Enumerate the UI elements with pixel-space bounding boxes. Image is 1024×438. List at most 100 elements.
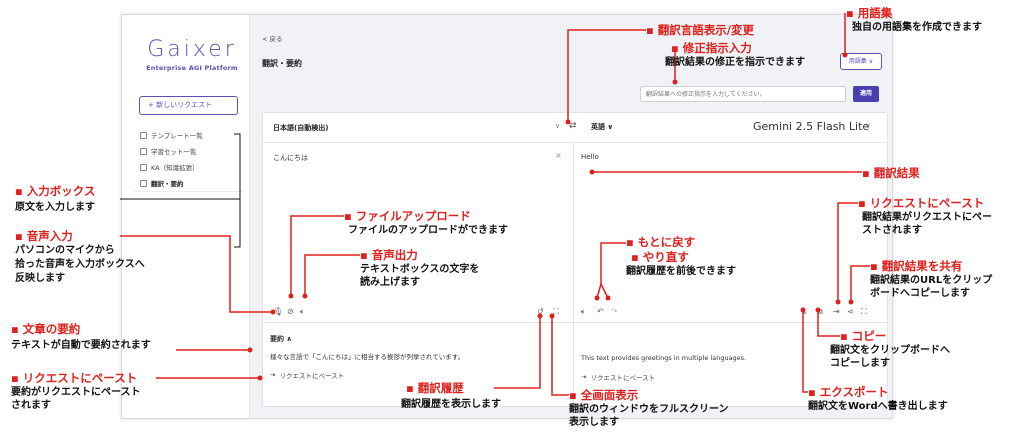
language-bar: 日本語(自動検出) ∨ ⇄ 英語 ∨ Gemini 2.5 Flash Lite…: [263, 113, 887, 143]
summary-paste-label: リクエストにペースト: [279, 372, 345, 380]
apply-button[interactable]: 適用: [853, 86, 879, 102]
share-icon[interactable]: ⋖: [847, 307, 854, 317]
sidebar-item-learning-sets[interactable]: 学習セット一覧: [138, 143, 248, 159]
translated-summary-paste-label: リクエストにペースト: [590, 374, 656, 382]
undo-icon[interactable]: ↶: [597, 307, 604, 317]
annotation-voice-title: ▪ 音声入力: [15, 229, 73, 243]
microphone-icon[interactable]: 🎙︎: [273, 307, 283, 317]
annotation-glossary-title: ▪ 用語集: [846, 6, 893, 20]
annotation-export-title: ▪ エクスポート: [808, 385, 889, 399]
annotation-fullscreen-title: ▪ 全画面表示: [569, 388, 639, 402]
database-icon: [140, 163, 147, 171]
annotation-summary-desc: テキストが自動で要約されます: [11, 340, 151, 351]
annotation-redo-title: ▪ やり直す: [631, 250, 689, 264]
paperclip-icon[interactable]: ⊘: [287, 307, 294, 317]
sidebar-item-label: 翻訳・要約: [151, 180, 184, 188]
annotation-fix-title: ▪ 修正指示入力: [671, 41, 752, 55]
sidebar-item-templates[interactable]: テンプレート一覧: [138, 127, 248, 143]
annotation-undo-desc: 翻訳履歴を前後できます: [626, 266, 736, 277]
annotation-speech-out-title: ▪ 音声出力: [360, 248, 418, 262]
annotation-language-title: ▪ 翻訳言語表示/変更: [646, 23, 754, 37]
fullscreen-icon[interactable]: ⛶: [861, 307, 867, 317]
logo: Gaixer Enterprise AGI Platform: [142, 37, 242, 73]
annotation-history-title: ▪ 翻訳履歴: [406, 381, 464, 395]
sidebar-divider: [134, 191, 244, 192]
annotation-paste-req-desc2: ストされます: [862, 225, 922, 236]
annotation-undo-title: ▪ もとに戻す: [626, 235, 696, 249]
glossary-button[interactable]: 用語集 ∨: [840, 53, 882, 70]
download-icon[interactable]: ⤓: [803, 307, 807, 317]
page-title: 翻訳・要約: [262, 59, 302, 68]
redo-icon[interactable]: ↷: [611, 307, 618, 317]
annotation-fullscreen-desc1: 翻訳のウィンドウをフルスクリーン: [569, 404, 729, 415]
swap-icon[interactable]: ⇄: [569, 121, 577, 131]
annotation-fullscreen-desc2: 表示します: [569, 417, 619, 428]
annotation-file-title: ▪ ファイルアップロード: [344, 209, 471, 223]
sidebar-item-label: 学習セット一覧: [151, 148, 197, 156]
speaker-icon[interactable]: 🔈︎: [300, 307, 305, 317]
paste-icon: ⇥: [581, 373, 587, 381]
annotation-paste-req-title: ▪ リクエストにペースト: [858, 196, 985, 210]
chevron-down-icon[interactable]: ∨: [865, 121, 871, 130]
translated-summary-text: This text provides greetings in multiple…: [581, 354, 747, 362]
annotation-summary-title: ▪ 文章の要約: [11, 322, 81, 336]
annotation-glossary-desc: 独自の用語集を作成できます: [852, 22, 982, 33]
annotation-share-title: ▪ 翻訳結果を共有: [870, 259, 963, 273]
annotation-result-title: ▪ 翻訳結果: [862, 166, 920, 180]
summary-divider: [263, 322, 887, 323]
annotation-speech-out-desc2: 読み上げます: [360, 277, 420, 288]
chevron-down-icon[interactable]: ∨: [555, 122, 560, 130]
translation-panel: 日本語(自動検出) ∨ ⇄ 英語 ∨ Gemini 2.5 Flash Lite…: [262, 112, 888, 408]
sidebar-nav: テンプレート一覧 学習セット一覧 KA（知識拡張） 翻訳・要約: [138, 127, 248, 191]
annotation-sum-paste-title: ▪ リクエストにペースト: [11, 371, 138, 385]
fullscreen-icon[interactable]: ⛶: [553, 307, 559, 317]
sidebar-item-label: テンプレート一覧: [151, 132, 203, 140]
annotation-sum-paste-desc1: 要約がリクエストにペースト: [11, 387, 141, 398]
sidebar-item-ka[interactable]: KA（知識拡張）: [138, 159, 248, 175]
model-select[interactable]: Gemini 2.5 Flash Lite: [753, 120, 869, 133]
app-window: Gaixer Enterprise AGI Platform + 新しいリクエス…: [121, 14, 893, 419]
annotation-sum-paste-desc2: されます: [11, 400, 51, 411]
annotation-voice-desc2: 拾った音声を入力ボックスへ: [15, 259, 145, 270]
sidebar-item-translate[interactable]: 翻訳・要約: [138, 175, 248, 191]
annotation-history-desc: 翻訳履歴を表示します: [401, 399, 501, 410]
back-link[interactable]: < 戻る: [262, 33, 283, 43]
logo-mark: Gaixer: [147, 37, 237, 62]
annotation-copy-desc2: コピーします: [830, 358, 890, 369]
annotation-export-desc: 翻訳文をWordへ書き出します: [808, 401, 948, 412]
new-request-button[interactable]: + 新しいリクエスト: [139, 96, 238, 115]
annotation-paste-req-desc1: 翻訳結果がリクエストにペー: [862, 212, 992, 223]
summary-paste-button[interactable]: ⇥ リクエストにペースト: [270, 370, 344, 380]
translated-summary-paste-button[interactable]: ⇥ リクエストにペースト: [581, 372, 655, 382]
annotation-share-desc1: 翻訳結果のURLをクリップ: [870, 275, 993, 286]
source-language[interactable]: 日本語(自動検出): [273, 123, 328, 133]
column-divider: [573, 143, 574, 408]
summary-text: 様々な言語で「こんにちは」に相当する挨拶が列挙されています。: [270, 353, 465, 361]
speaker-icon[interactable]: 🔈︎: [581, 307, 586, 317]
annotation-share-desc2: ボードへコピーします: [870, 288, 970, 299]
sidebar: Gaixer Enterprise AGI Platform + 新しいリクエス…: [122, 15, 250, 418]
annotation-input-box-title: ▪ 入力ボックス: [15, 184, 96, 198]
paste-icon: ⇥: [270, 371, 276, 379]
target-language-select[interactable]: 英語 ∨: [591, 122, 613, 132]
annotation-speech-out-desc1: テキストボックスの文字を: [360, 264, 480, 275]
source-input-box[interactable]: こんにちは: [273, 153, 308, 163]
logo-subtitle: Enterprise AGI Platform: [146, 64, 238, 72]
translate-icon: [140, 179, 147, 187]
book-icon: [140, 147, 147, 155]
history-icon[interactable]: ↺: [537, 307, 544, 317]
annotation-file-desc: ファイルのアップロードができます: [348, 225, 508, 236]
copy-icon[interactable]: ⧉: [817, 307, 823, 317]
annotation-copy-desc1: 翻訳文をクリップボードへ: [830, 345, 950, 356]
sidebar-item-label: KA（知識拡張）: [151, 164, 199, 172]
annotation-copy-title: ▪ コピー: [840, 329, 887, 343]
correction-instruction-input[interactable]: [640, 86, 846, 102]
annotation-input-box-desc: 原文を入力します: [15, 202, 95, 213]
annotation-fix-desc: 翻訳結果の修正を指示できます: [665, 57, 805, 68]
annotation-voice-desc1: パソコンのマイクから: [15, 245, 115, 256]
template-icon: [140, 131, 147, 139]
paste-to-request-icon[interactable]: ⇥: [833, 307, 840, 317]
close-icon[interactable]: ×: [555, 151, 562, 160]
summary-toggle[interactable]: 要約 ∧: [270, 334, 292, 344]
translation-result: Hello: [581, 153, 599, 161]
